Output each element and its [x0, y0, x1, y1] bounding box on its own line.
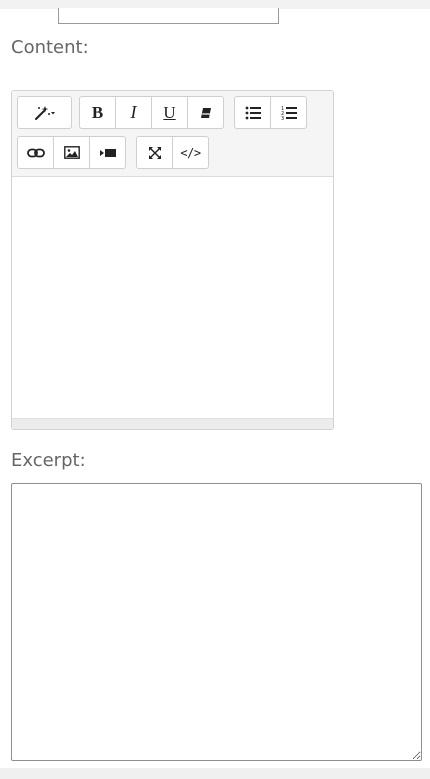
list-group: 1 2 3: [234, 96, 307, 129]
content-label: Content:: [11, 37, 89, 58]
rich-text-editor: B I U 1 2 3 </>: [11, 90, 334, 430]
clear-format-button[interactable]: [187, 96, 224, 129]
bold-icon: B: [91, 102, 104, 122]
magic-wand-icon: [34, 105, 55, 120]
view-group: </>: [136, 136, 209, 169]
code-icon: </>: [180, 145, 201, 160]
style-magic-wand-dropdown[interactable]: [17, 96, 72, 129]
underline-icon: U: [163, 102, 176, 122]
code-view-button[interactable]: </>: [172, 136, 209, 169]
expand-icon: [148, 146, 161, 159]
italic-icon: I: [130, 102, 137, 122]
style-group: [17, 96, 72, 129]
editor-resize-bar[interactable]: [12, 418, 333, 429]
bullet-list-icon: [245, 106, 261, 119]
video-icon: [99, 148, 116, 157]
link-icon: [26, 148, 45, 157]
numbered-list-icon: 1 2 3: [281, 106, 297, 120]
excerpt-textarea[interactable]: [11, 483, 422, 761]
eraser-icon: [200, 107, 211, 118]
fullscreen-button[interactable]: [136, 136, 173, 169]
editor-toolbar: B I U 1 2 3 </>: [12, 91, 333, 177]
underline-button[interactable]: U: [151, 96, 188, 129]
image-icon: [63, 146, 80, 159]
excerpt-label: Excerpt:: [11, 450, 86, 471]
previous-input-field[interactable]: [58, 8, 279, 24]
form-panel: Content: B I U 1 2 3 </> Excerpt:: [0, 8, 430, 768]
insert-image-button[interactable]: [53, 136, 90, 169]
font-style-group: B I U: [79, 96, 224, 129]
insert-link-button[interactable]: [17, 136, 54, 169]
svg-text:3: 3: [281, 116, 284, 120]
editor-content-area[interactable]: [12, 177, 333, 418]
italic-button[interactable]: I: [115, 96, 152, 129]
ordered-list-button[interactable]: 1 2 3: [270, 96, 307, 129]
insert-video-button[interactable]: [89, 136, 126, 169]
unordered-list-button[interactable]: [234, 96, 271, 129]
insert-group: [17, 136, 126, 169]
bold-button[interactable]: B: [79, 96, 116, 129]
